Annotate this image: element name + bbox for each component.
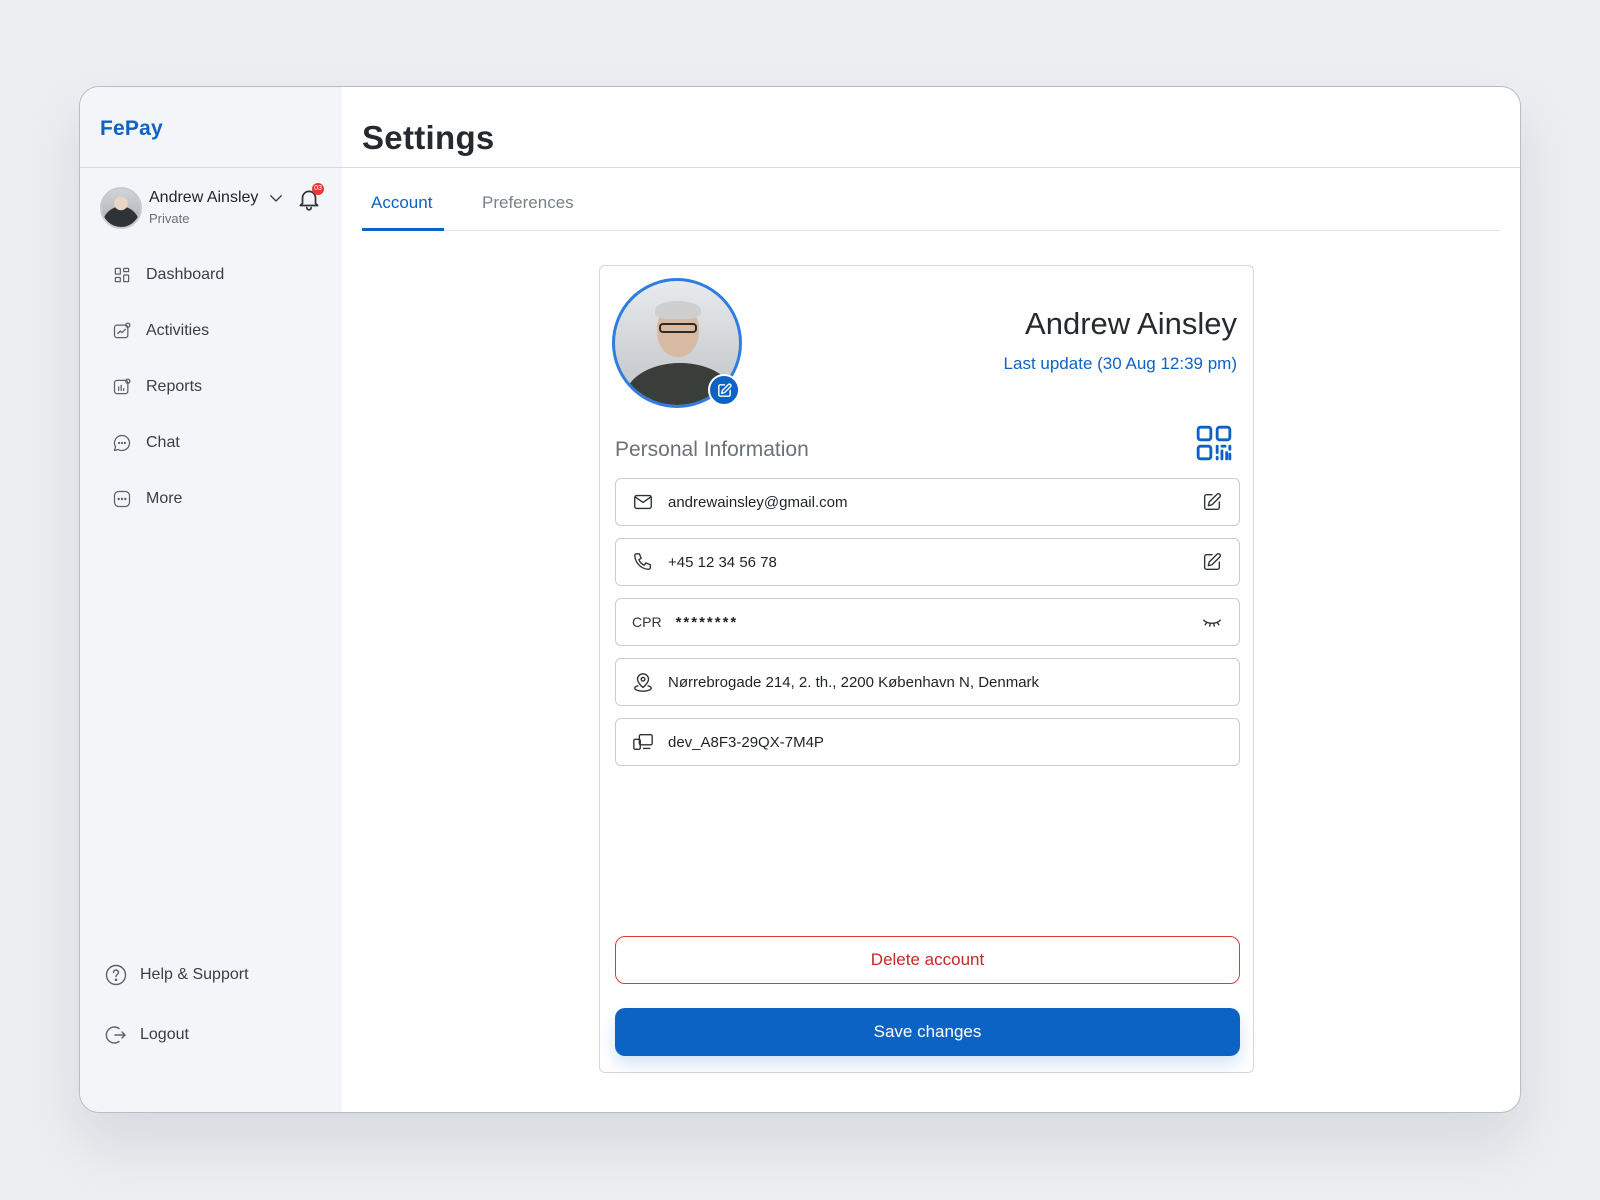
edit-icon[interactable] bbox=[1201, 491, 1223, 513]
phone-field[interactable]: +45 12 34 56 78 bbox=[615, 538, 1240, 586]
last-update: Last update (30 Aug 12:39 pm) bbox=[1003, 354, 1237, 373]
devices-icon bbox=[633, 733, 653, 751]
sidebar: FePay Andrew Ainsley Private 03 Dashboar… bbox=[80, 87, 342, 1112]
edit-photo-button[interactable] bbox=[708, 374, 740, 406]
account-card: Andrew Ainsley Last update (30 Aug 12:39… bbox=[599, 265, 1254, 1073]
user-switcher[interactable]: Andrew Ainsley Private 03 bbox=[100, 183, 325, 231]
save-changes-button[interactable]: Save changes bbox=[615, 1008, 1240, 1056]
tab-preferences[interactable]: Preferences bbox=[482, 193, 574, 227]
more-dots-icon bbox=[113, 490, 131, 508]
app-logo[interactable]: FePay bbox=[100, 117, 163, 141]
sidebar-item-dashboard[interactable]: Dashboard bbox=[112, 247, 322, 303]
cpr-value: ******** bbox=[675, 613, 739, 631]
help-circle-icon bbox=[105, 964, 127, 986]
cpr-field[interactable]: CPR ******** bbox=[615, 598, 1240, 646]
avatar bbox=[100, 187, 142, 229]
section-title: Personal Information bbox=[615, 438, 809, 461]
edit-icon[interactable] bbox=[1201, 551, 1223, 573]
grid-icon bbox=[114, 267, 130, 283]
sidebar-bottom-nav: Help & Support Logout bbox=[104, 945, 324, 1065]
qr-code-icon[interactable] bbox=[1195, 424, 1233, 462]
cpr-label: CPR bbox=[632, 614, 662, 630]
sidebar-item-activities[interactable]: Activities bbox=[112, 303, 322, 359]
sidebar-nav: Dashboard Activities Reports Chat More bbox=[112, 247, 322, 527]
report-icon bbox=[113, 378, 131, 395]
sidebar-item-label: Help & Support bbox=[140, 966, 249, 983]
address-value: Nørrebrogade 214, 2. th., 2200 København… bbox=[668, 673, 1040, 691]
app-window: FePay Andrew Ainsley Private 03 Dashboar… bbox=[79, 86, 1521, 1113]
sidebar-item-label: Logout bbox=[140, 1026, 189, 1043]
sidebar-item-more[interactable]: More bbox=[112, 471, 322, 527]
activity-chart-icon bbox=[113, 322, 131, 339]
device-id-field[interactable]: dev_A8F3-29QX-7M4P bbox=[615, 718, 1240, 766]
email-value: andrewainsley@gmail.com bbox=[668, 493, 848, 511]
page-title: Settings bbox=[362, 119, 495, 156]
header-divider bbox=[342, 167, 1520, 168]
chevron-down-icon[interactable] bbox=[267, 189, 285, 207]
mail-icon bbox=[634, 494, 652, 510]
logout-icon bbox=[105, 1026, 126, 1044]
sidebar-divider bbox=[80, 167, 342, 168]
sidebar-item-logout[interactable]: Logout bbox=[104, 1005, 324, 1065]
location-pin-icon bbox=[634, 673, 652, 692]
account-type: Private bbox=[149, 211, 190, 226]
sidebar-item-help[interactable]: Help & Support bbox=[104, 945, 324, 1005]
profile-name: Andrew Ainsley bbox=[1025, 306, 1237, 341]
sidebar-item-chat[interactable]: Chat bbox=[112, 415, 322, 471]
chat-bubble-icon bbox=[113, 434, 131, 452]
tab-label: Preferences bbox=[482, 193, 574, 212]
phone-value: +45 12 34 56 78 bbox=[668, 553, 777, 571]
delete-account-button[interactable]: Delete account bbox=[615, 936, 1240, 984]
phone-icon bbox=[634, 553, 652, 571]
sidebar-item-reports[interactable]: Reports bbox=[112, 359, 322, 415]
user-name: Andrew Ainsley bbox=[149, 189, 259, 206]
sidebar-item-label: Reports bbox=[146, 378, 203, 395]
sidebar-item-label: Dashboard bbox=[146, 266, 225, 283]
active-tab-indicator bbox=[362, 228, 444, 231]
settings-tabs: Account Preferences bbox=[362, 185, 1500, 231]
tab-label: Account bbox=[371, 193, 433, 212]
notification-badge: 03 bbox=[312, 183, 324, 195]
tab-account[interactable]: Account bbox=[371, 193, 432, 227]
edit-icon bbox=[717, 382, 732, 397]
sidebar-item-label: Activities bbox=[146, 322, 210, 339]
address-field[interactable]: Nørrebrogade 214, 2. th., 2200 København… bbox=[615, 658, 1240, 706]
sidebar-item-label: More bbox=[146, 490, 183, 507]
device-id-value: dev_A8F3-29QX-7M4P bbox=[668, 733, 824, 751]
main-content: Settings Account Preferences Andrew Ains… bbox=[342, 87, 1520, 1112]
email-field[interactable]: andrewainsley@gmail.com bbox=[615, 478, 1240, 526]
eye-closed-icon[interactable] bbox=[1201, 611, 1223, 633]
sidebar-item-label: Chat bbox=[146, 434, 180, 451]
